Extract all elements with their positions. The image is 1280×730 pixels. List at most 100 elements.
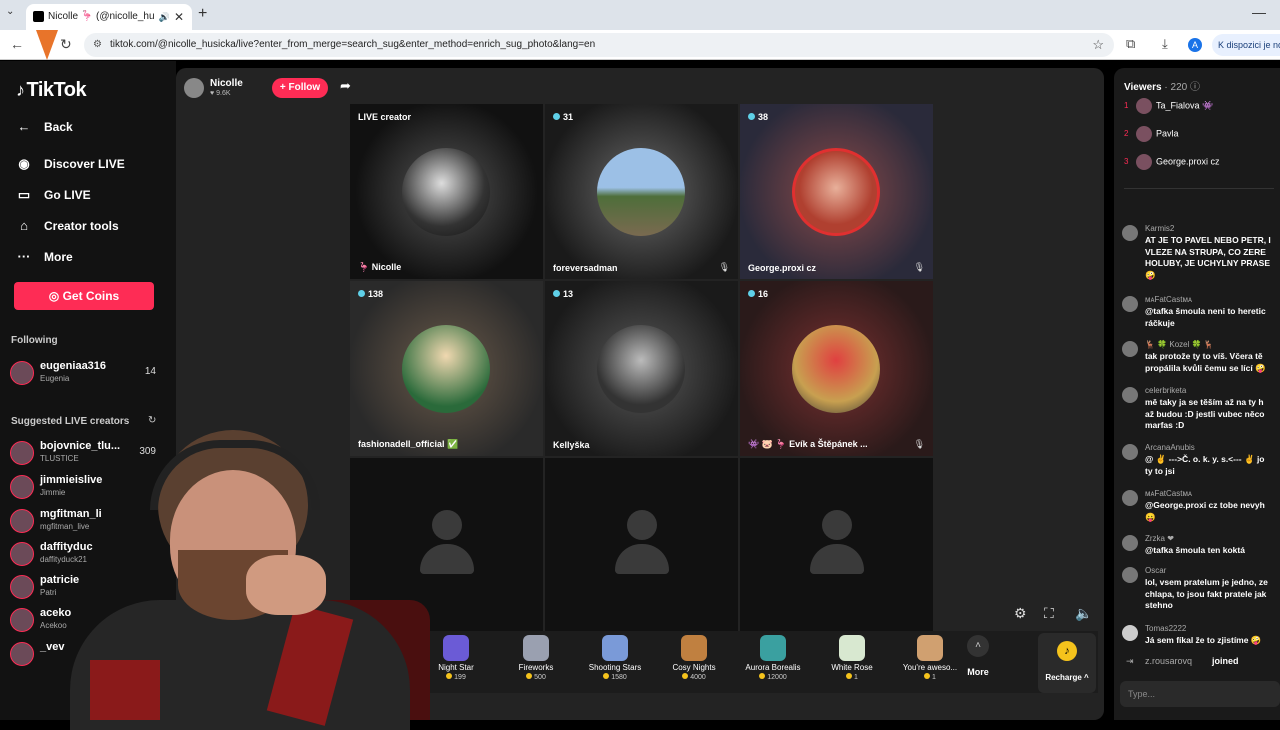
- chat-username[interactable]: 🦌 🍀 Kozel 🍀 🦌: [1145, 340, 1214, 349]
- join-text: joined: [1212, 656, 1239, 666]
- chat-username[interactable]: celerbriketa: [1145, 386, 1186, 395]
- fullscreen-icon[interactable]: ⛶: [1044, 605, 1054, 622]
- chat-username[interactable]: ᴍᴀFatCastᴍᴀ: [1145, 295, 1192, 304]
- gift-count-value: 138: [368, 289, 384, 299]
- guest-tile[interactable]: 31 foreversadman 🎙: [545, 104, 738, 279]
- chat-username[interactable]: ᴍᴀFatCastᴍᴀ: [1145, 489, 1192, 498]
- viewers-header[interactable]: Viewers · 220 ⓘ: [1124, 78, 1200, 93]
- bookmark-star-icon[interactable]: ☆: [1092, 33, 1104, 57]
- gift-price-value: 500: [534, 674, 546, 681]
- recharge-button[interactable]: ♪ Recharge ^: [1038, 633, 1096, 693]
- chat-username[interactable]: Oscar: [1145, 566, 1166, 575]
- get-coins-button[interactable]: ◎ Get Coins: [14, 282, 154, 310]
- update-available-button[interactable]: K dispozici je no: [1212, 34, 1280, 56]
- sidebar-item-discover-live[interactable]: ◉ Discover LIVE: [14, 152, 124, 176]
- back-arrow-icon[interactable]: ←: [10, 36, 24, 52]
- chat-username[interactable]: ArcanaAnubis: [1145, 443, 1195, 452]
- streamer-webcam-overlay: [60, 430, 420, 730]
- chat-username[interactable]: Karmis2: [1145, 224, 1174, 233]
- chat-message: celerbriketa mě taky ja se těším až na ty…: [1122, 386, 1280, 436]
- gift-item[interactable]: Fireworks 500: [496, 635, 576, 681]
- more-gifts-button[interactable]: ˄ More: [958, 635, 998, 677]
- muted-mic-icon: 🎙: [913, 439, 925, 449]
- guest-name: Kellyška: [553, 440, 590, 450]
- logo-text: TikTok: [26, 79, 87, 101]
- guest-name: 👾 🐷 🦩 Evík a Štěpánek ...: [748, 439, 868, 450]
- empty-seat[interactable]: [545, 458, 738, 633]
- info-icon[interactable]: ⓘ: [1190, 82, 1200, 93]
- avatar: [10, 441, 34, 465]
- chat-message: 🦌 🍀 Kozel 🍀 🦌 tak protože ty to víš. Včer…: [1122, 340, 1280, 378]
- gift-count-value: 38: [758, 112, 769, 122]
- profile-avatar[interactable]: A: [1188, 38, 1202, 52]
- download-icon[interactable]: ⤓: [1162, 36, 1168, 52]
- gift-item[interactable]: Cosy Nights 4000: [654, 635, 734, 681]
- chat-message: ArcanaAnubis @ ✌ --->Č. o. k. y. s.<--- ✌…: [1122, 443, 1280, 481]
- chat-input[interactable]: Type...: [1120, 681, 1280, 707]
- browser-tab[interactable]: Nicolle 🦩 (@nicolle_hu 🔊 ✕: [26, 4, 192, 30]
- join-username[interactable]: z.rousarovq: [1145, 656, 1192, 666]
- gift-item[interactable]: Aurora Borealis 12000: [733, 635, 813, 681]
- volume-icon[interactable]: 🔈: [1075, 605, 1092, 622]
- chat-text: @George.proxi cz tobe nevyh 😛: [1145, 500, 1265, 522]
- back-button[interactable]: ← Back: [14, 115, 73, 139]
- gift-count-value: 31: [563, 112, 574, 122]
- gift-name: Shooting Stars: [588, 663, 642, 672]
- minimize-icon[interactable]: —: [1252, 4, 1266, 20]
- guest-tile[interactable]: LIVE creator 🦩 Nicolle: [350, 104, 543, 279]
- gift-price: 500: [496, 673, 576, 681]
- tab-search-icon[interactable]: ⌄: [6, 6, 14, 17]
- refresh-icon[interactable]: ↻: [148, 415, 156, 426]
- host-avatar[interactable]: [184, 78, 204, 98]
- sidebar-item-go-live[interactable]: ▭ Go LIVE: [14, 183, 91, 207]
- sidebar-item-more[interactable]: ··· More: [14, 245, 73, 269]
- guest-tile[interactable]: 16 👾 🐷 🦩 Evík a Štěpánek ... 🎙: [740, 281, 933, 456]
- following-item[interactable]: eugeniaa316 Eugenia 14: [10, 359, 160, 387]
- viewer-count: · 220: [1164, 82, 1188, 93]
- chat-panel: Viewers · 220 ⓘ 1 Ta_Fialova 👾 2 Pavla 3 Ge…: [1114, 68, 1280, 720]
- rank: 2: [1124, 129, 1129, 139]
- sidebar-item-creator-tools[interactable]: ⌂ Creator tools: [14, 214, 119, 238]
- golive-label: Go LIVE: [44, 188, 91, 202]
- reload-icon[interactable]: ↻: [60, 36, 72, 53]
- top-viewer[interactable]: 3 George.proxi cz: [1124, 154, 1220, 172]
- guest-tile[interactable]: 38 George.proxi cz 🎙: [740, 104, 933, 279]
- diamond-icon: [748, 113, 755, 120]
- chat-message: Zrzka ❤ @tafka šmoula ten koktá: [1122, 534, 1280, 560]
- follow-button[interactable]: + Follow: [272, 78, 328, 98]
- camera-icon: ▭: [17, 187, 31, 202]
- tiktok-logo[interactable]: ♪ TikTok: [16, 79, 87, 102]
- chat-username[interactable]: Tomas2222: [1145, 624, 1186, 633]
- gift-bar: Night Star 199 Fireworks 500 Shooting Star…: [396, 631, 1098, 693]
- new-tab-icon[interactable]: +: [198, 5, 207, 23]
- guest-tile[interactable]: 13 Kellyška: [545, 281, 738, 456]
- creator-tools-label: Creator tools: [44, 219, 119, 233]
- empty-seat[interactable]: [740, 458, 933, 633]
- tab-close-icon[interactable]: ✕: [174, 4, 184, 30]
- url-field[interactable]: ⚙ tiktok.com/@nicolle_husicka/live?enter…: [84, 33, 1114, 57]
- coin-icon: ♪: [1057, 641, 1077, 661]
- back-label: Back: [44, 120, 73, 134]
- viewer-name: Ta_Fialova 👾: [1156, 100, 1214, 111]
- chat-text: AT JE TO PAVEL NEBO PETR, I VLEZE NA STR…: [1145, 235, 1271, 280]
- avatar: [10, 642, 34, 666]
- gift-count: 16: [748, 289, 768, 299]
- flamingo-icon: 🦩: [358, 262, 372, 272]
- join-icon: ⇥: [1126, 656, 1134, 666]
- top-viewer[interactable]: 1 Ta_Fialova 👾: [1124, 98, 1213, 116]
- viewers-title: Viewers: [1124, 82, 1162, 93]
- extensions-icon[interactable]: ⧉: [1126, 36, 1135, 52]
- divider: [1124, 188, 1274, 189]
- guest-avatar: [402, 148, 490, 236]
- tab-audio-icon[interactable]: 🔊: [159, 4, 170, 30]
- host-likes-value: 9.6K: [216, 90, 231, 97]
- gift-item[interactable]: White Rose 1: [812, 635, 892, 681]
- gift-item[interactable]: Shooting Stars 1580: [575, 635, 655, 681]
- chat-username[interactable]: Zrzka ❤: [1145, 534, 1174, 543]
- settings-gear-icon[interactable]: ⚙: [1014, 605, 1027, 622]
- avatar: [10, 542, 34, 566]
- site-settings-icon[interactable]: ⚙: [93, 33, 102, 57]
- top-viewer[interactable]: 2 Pavla: [1124, 126, 1179, 144]
- host-name[interactable]: Nicolle: [210, 78, 243, 89]
- share-arrow-icon[interactable]: ➦: [340, 78, 351, 94]
